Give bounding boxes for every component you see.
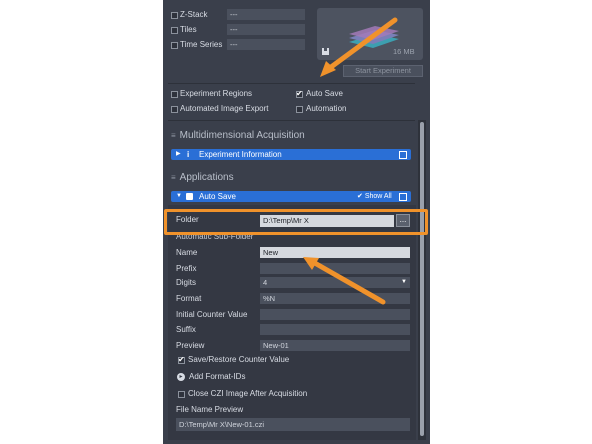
arrow-to-name-field [310, 259, 386, 305]
arrow-to-auto-save [324, 17, 398, 73]
annotation-arrows [303, 17, 398, 305]
